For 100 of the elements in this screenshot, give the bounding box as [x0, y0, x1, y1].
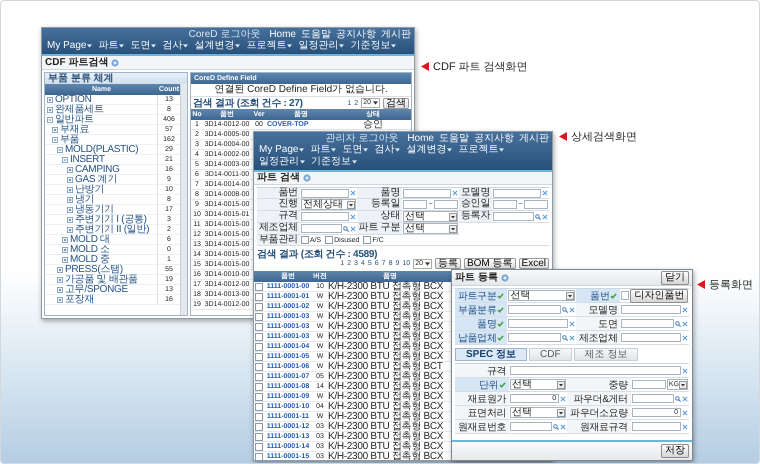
top-link[interactable]: Home — [407, 133, 434, 144]
date-field[interactable] — [524, 200, 548, 209]
text-field[interactable] — [300, 224, 342, 233]
date-field[interactable] — [434, 200, 458, 209]
tree-item[interactable]: 일반파트 — [45, 115, 157, 124]
checkbox[interactable] — [255, 442, 263, 450]
menu-item[interactable]: 프로젝트 — [244, 40, 294, 52]
tree-item[interactable]: 고무/SPONGE — [45, 285, 157, 294]
top-link[interactable]: 도움말 — [301, 29, 331, 40]
text-field[interactable] — [508, 319, 568, 328]
text-field[interactable] — [300, 188, 349, 198]
help-icon[interactable] — [500, 274, 509, 282]
checkbox[interactable] — [255, 352, 263, 360]
expand-icon[interactable] — [62, 246, 68, 252]
checkbox[interactable] — [255, 332, 263, 340]
menu-item[interactable]: 설계변경 — [192, 40, 242, 52]
tree-item[interactable]: PRESS(스탬) — [45, 265, 157, 274]
dropdown[interactable]: 전체상태 — [300, 199, 356, 210]
text-field[interactable] — [493, 212, 534, 221]
toolbar-button[interactable]: 등록 — [434, 258, 461, 269]
tree-item[interactable]: MOLD 소 — [45, 245, 157, 254]
clear-icon[interactable] — [682, 306, 688, 312]
dropdown[interactable]: 선택 — [403, 223, 458, 234]
checkbox[interactable] — [255, 312, 263, 320]
expand-icon[interactable] — [67, 216, 73, 222]
clear-icon[interactable] — [350, 214, 356, 220]
clear-icon[interactable] — [569, 334, 575, 340]
tree-item[interactable]: 주변기기 I (공통) — [45, 215, 157, 224]
save-button[interactable]: 저장 — [661, 444, 689, 458]
checkbox[interactable] — [255, 292, 263, 300]
scrollbar[interactable] — [180, 84, 187, 315]
text-field[interactable] — [621, 291, 630, 300]
dropdown[interactable]: 선택 — [508, 290, 575, 301]
top-link[interactable]: 공지사항 — [474, 133, 514, 144]
search-icon[interactable] — [562, 306, 568, 312]
menu-item[interactable]: 일정관리 — [257, 156, 307, 168]
search-icon[interactable] — [535, 214, 541, 220]
tree-item[interactable]: MOLD 중 — [45, 255, 157, 264]
checkbox[interactable] — [255, 422, 263, 430]
tree-item[interactable]: 포장재 — [45, 295, 157, 304]
search-icon[interactable] — [675, 320, 681, 326]
toolbar-button[interactable]: BOM 등록 — [464, 258, 516, 269]
checkbox[interactable] — [300, 236, 309, 244]
date-field[interactable] — [493, 200, 518, 209]
expand-icon[interactable] — [57, 266, 63, 272]
menu-item[interactable]: 파트 — [308, 144, 338, 156]
top-link[interactable]: Home — [269, 29, 296, 40]
expand-icon[interactable] — [67, 166, 73, 172]
menu-item[interactable]: 기준정보 — [348, 40, 398, 52]
text-field[interactable] — [621, 319, 674, 328]
checkbox[interactable] — [255, 302, 263, 310]
clear-icon[interactable] — [350, 190, 356, 196]
clear-icon[interactable] — [682, 410, 688, 416]
tree-item[interactable]: 부품 — [45, 135, 157, 144]
menu-item[interactable]: 검사 — [372, 144, 402, 156]
clear-icon[interactable] — [682, 396, 688, 402]
expand-icon[interactable] — [67, 186, 73, 192]
checkbox[interactable] — [255, 322, 263, 330]
menu-item[interactable]: 설계변경 — [404, 144, 454, 156]
tree-item[interactable]: 난방기 — [45, 185, 157, 194]
menu-item[interactable]: 파트 — [96, 40, 126, 52]
expand-icon[interactable] — [47, 96, 53, 102]
tab[interactable]: CDF — [529, 348, 572, 361]
menu-item[interactable]: 프로젝트 — [456, 144, 506, 156]
expand-icon[interactable] — [62, 156, 68, 162]
text-field[interactable] — [508, 333, 561, 342]
dropdown[interactable]: 선택 — [403, 211, 458, 222]
expand-icon[interactable] — [57, 276, 63, 282]
tree-item[interactable]: OPTION — [45, 95, 157, 104]
clear-icon[interactable] — [452, 190, 458, 196]
toolbar-button[interactable]: Excel — [518, 258, 549, 269]
expand-icon[interactable] — [67, 206, 73, 212]
clear-icon[interactable] — [682, 424, 688, 430]
clear-icon[interactable] — [350, 226, 356, 232]
clear-icon[interactable] — [560, 424, 566, 430]
text-field[interactable] — [632, 394, 674, 403]
text-field[interactable] — [621, 333, 681, 342]
checkbox[interactable] — [255, 342, 263, 350]
text-field[interactable] — [508, 305, 561, 314]
expand-icon[interactable] — [62, 236, 68, 242]
text-field[interactable] — [632, 422, 681, 431]
expand-icon[interactable] — [47, 106, 53, 112]
tree-item[interactable]: GAS 계기 — [45, 175, 157, 184]
search-icon[interactable] — [562, 334, 568, 340]
clear-icon[interactable] — [569, 320, 575, 326]
expand-icon[interactable] — [67, 226, 73, 232]
text-field[interactable] — [510, 366, 681, 375]
text-field[interactable] — [493, 188, 541, 198]
expand-icon[interactable] — [47, 116, 53, 122]
checkbox[interactable] — [325, 236, 334, 244]
tree-item[interactable]: INSERT — [45, 155, 157, 164]
menu-item[interactable]: 도면 — [340, 144, 370, 156]
help-icon[interactable] — [111, 58, 120, 66]
menu-item[interactable]: 도면 — [128, 40, 158, 52]
checkbox[interactable] — [255, 372, 263, 380]
close-button[interactable]: 닫기 — [661, 270, 689, 284]
tab[interactable]: 제조 정보 — [574, 348, 638, 361]
top-link[interactable]: 게시판 — [381, 29, 411, 40]
tab[interactable]: SPEC 정보 — [455, 348, 528, 361]
text-field[interactable] — [621, 305, 681, 314]
